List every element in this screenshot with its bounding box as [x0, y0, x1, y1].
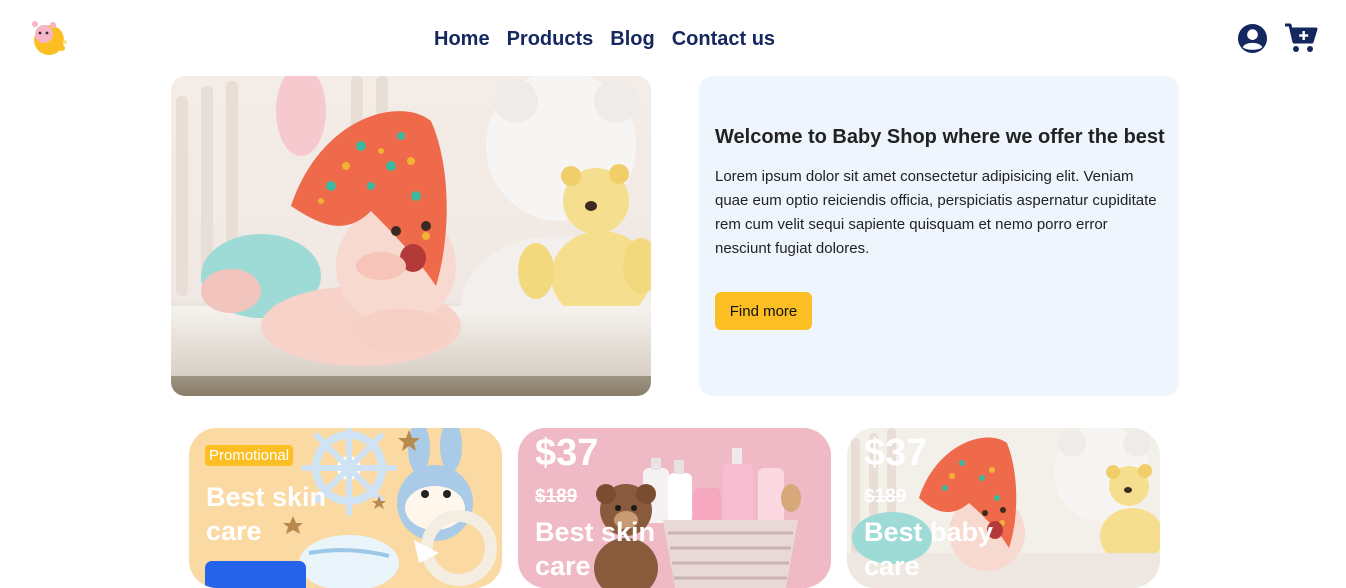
find-more-button[interactable]: Find more [715, 292, 812, 330]
site-header: Home Products Blog Contact us [0, 0, 1346, 76]
product-card-baby-care[interactable]: $37 $189 Best baby care [847, 428, 1160, 588]
card-old-price: $189 [864, 486, 907, 507]
nav-home[interactable]: Home [434, 26, 490, 52]
hero-welcome-card: Welcome to Baby Shop where we offer the … [699, 76, 1179, 396]
card-action-button[interactable] [205, 561, 306, 588]
hero-title: Welcome to Baby Shop where we offer the … [715, 126, 1165, 148]
card-title: Best skin care [206, 482, 327, 546]
nav-blog[interactable]: Blog [610, 26, 654, 52]
nav-contact-us[interactable]: Contact us [672, 26, 775, 52]
main-nav: Home Products Blog Contact us [434, 26, 775, 52]
product-card-promotional[interactable]: Promotional Best skin care [189, 428, 502, 588]
card-price: $37 [535, 432, 599, 474]
hero-description: Lorem ipsum dolor sit amet consectetur a… [715, 168, 1157, 257]
card-old-price: $189 [535, 486, 578, 507]
baby-shop-logo[interactable] [29, 18, 69, 58]
product-card-skin-care[interactable]: $37 $189 Best skin care [518, 428, 831, 588]
nav-products[interactable]: Products [507, 26, 594, 52]
cart-plus-icon[interactable] [1284, 22, 1318, 54]
user-icon[interactable] [1237, 23, 1268, 54]
card-price: $37 [864, 432, 928, 474]
hero-baby-image [171, 76, 651, 396]
promotional-badge: Promotional [205, 445, 294, 466]
